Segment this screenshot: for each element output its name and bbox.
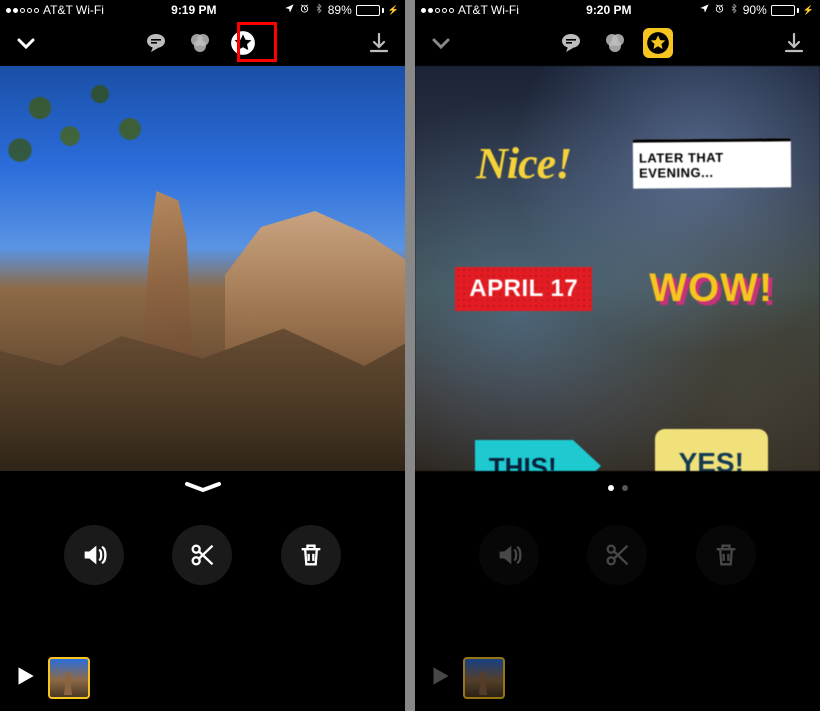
battery-pct-label: 90%	[743, 3, 767, 17]
status-bar: AT&T Wi-Fi 9:19 PM 89% ⚡	[0, 0, 405, 20]
page-indicator	[415, 471, 820, 505]
location-icon	[284, 3, 295, 17]
charging-icon: ⚡	[388, 5, 399, 16]
sticker-nice-label: Nice!	[476, 138, 571, 189]
clip-actions	[415, 505, 820, 605]
sticker-wow-label: WOW!	[649, 266, 773, 311]
signal-dots-icon	[421, 8, 454, 13]
sound-button[interactable]	[64, 525, 124, 585]
clip-thumbnail[interactable]	[48, 657, 90, 699]
play-button[interactable]	[427, 663, 453, 694]
captions-button[interactable]	[555, 27, 587, 59]
alarm-icon	[299, 3, 310, 17]
battery-icon	[771, 5, 799, 16]
sticker-yes-label: YES!	[655, 429, 768, 471]
sticker-later[interactable]: LATER THAT EVENING...	[633, 116, 791, 211]
charging-icon: ⚡	[803, 5, 814, 16]
sticker-wow[interactable]: WOW!	[633, 241, 791, 336]
download-button[interactable]	[778, 27, 810, 59]
trash-button[interactable]	[696, 525, 756, 585]
signal-dots-icon	[6, 8, 39, 13]
clock-label: 9:20 PM	[586, 3, 631, 17]
collapse-button[interactable]	[10, 27, 42, 59]
download-button[interactable]	[363, 27, 395, 59]
clip-timeline	[0, 657, 405, 699]
collapse-button[interactable]	[425, 27, 457, 59]
alarm-icon	[714, 3, 725, 17]
scissors-button[interactable]	[172, 525, 232, 585]
editor-toolbar	[0, 20, 405, 66]
clip-timeline	[415, 657, 820, 699]
screenshot-right: AT&T Wi-Fi 9:20 PM 90% ⚡	[415, 0, 820, 711]
clock-label: 9:19 PM	[171, 3, 216, 17]
bluetooth-icon	[314, 3, 324, 17]
carrier-label: AT&T Wi-Fi	[43, 3, 104, 17]
sticker-nice[interactable]: Nice!	[445, 116, 603, 211]
video-preview[interactable]	[0, 66, 405, 471]
page-dot-1	[608, 485, 614, 491]
sticker-picker: Nice! LATER THAT EVENING... APRIL 17 WOW…	[415, 66, 820, 471]
bluetooth-icon	[729, 3, 739, 17]
clip-thumbnail[interactable]	[463, 657, 505, 699]
clip-actions	[0, 505, 405, 605]
editor-toolbar	[415, 20, 820, 66]
carrier-label: AT&T Wi-Fi	[458, 3, 519, 17]
stickers-button[interactable]	[228, 28, 258, 58]
battery-icon	[356, 5, 384, 16]
sticker-april[interactable]: APRIL 17	[445, 241, 603, 336]
location-icon	[699, 3, 710, 17]
sound-button[interactable]	[479, 525, 539, 585]
sticker-this[interactable]: THIS!	[445, 366, 603, 461]
play-button[interactable]	[12, 663, 38, 694]
battery-pct-label: 89%	[328, 3, 352, 17]
filters-button[interactable]	[599, 27, 631, 59]
status-bar: AT&T Wi-Fi 9:20 PM 90% ⚡	[415, 0, 820, 20]
scissors-button[interactable]	[587, 525, 647, 585]
screenshot-left: AT&T Wi-Fi 9:19 PM 89% ⚡	[0, 0, 405, 711]
trash-button[interactable]	[281, 525, 341, 585]
captions-button[interactable]	[140, 27, 172, 59]
sticker-later-label: LATER THAT EVENING...	[632, 138, 790, 188]
sticker-april-label: APRIL 17	[455, 267, 592, 311]
filters-button[interactable]	[184, 27, 216, 59]
tray-handle[interactable]	[0, 471, 405, 505]
sticker-yes[interactable]: YES!	[633, 366, 791, 461]
stickers-button[interactable]	[643, 28, 673, 58]
page-dot-2	[622, 485, 628, 491]
sticker-this-label: THIS!	[475, 440, 573, 471]
